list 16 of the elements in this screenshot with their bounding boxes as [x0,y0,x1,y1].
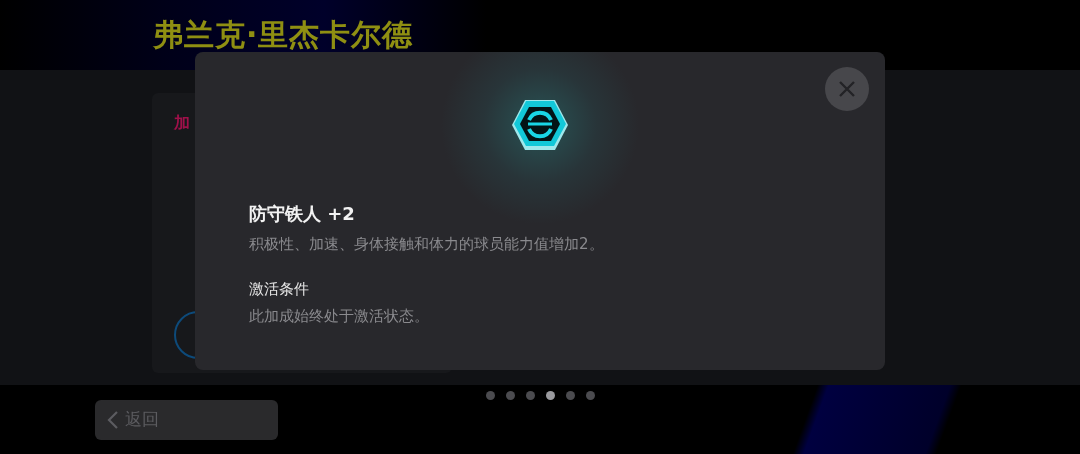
close-icon [838,80,856,98]
player-name-title: 弗兰克·里杰卡尔德 [153,15,414,54]
hexagon-badge-icon [510,98,570,152]
pagination-dot[interactable] [586,391,595,400]
close-button[interactable] [825,67,869,111]
pagination-dot[interactable] [506,391,515,400]
bonus-title: 防守铁人 +2 [249,202,356,226]
condition-heading: 激活条件 [249,280,310,299]
bonus-description: 积极性、加速、身体接触和体力的球员能力值增加2。 [249,235,605,254]
card-title: 加 [174,113,190,134]
chevron-left-icon [107,409,119,430]
condition-text: 此加成始终处于激活状态。 [249,307,430,326]
pagination-dot[interactable] [486,391,495,400]
pagination-dot[interactable] [546,391,555,400]
pagination-dot[interactable] [526,391,535,400]
pagination-dot[interactable] [566,391,575,400]
